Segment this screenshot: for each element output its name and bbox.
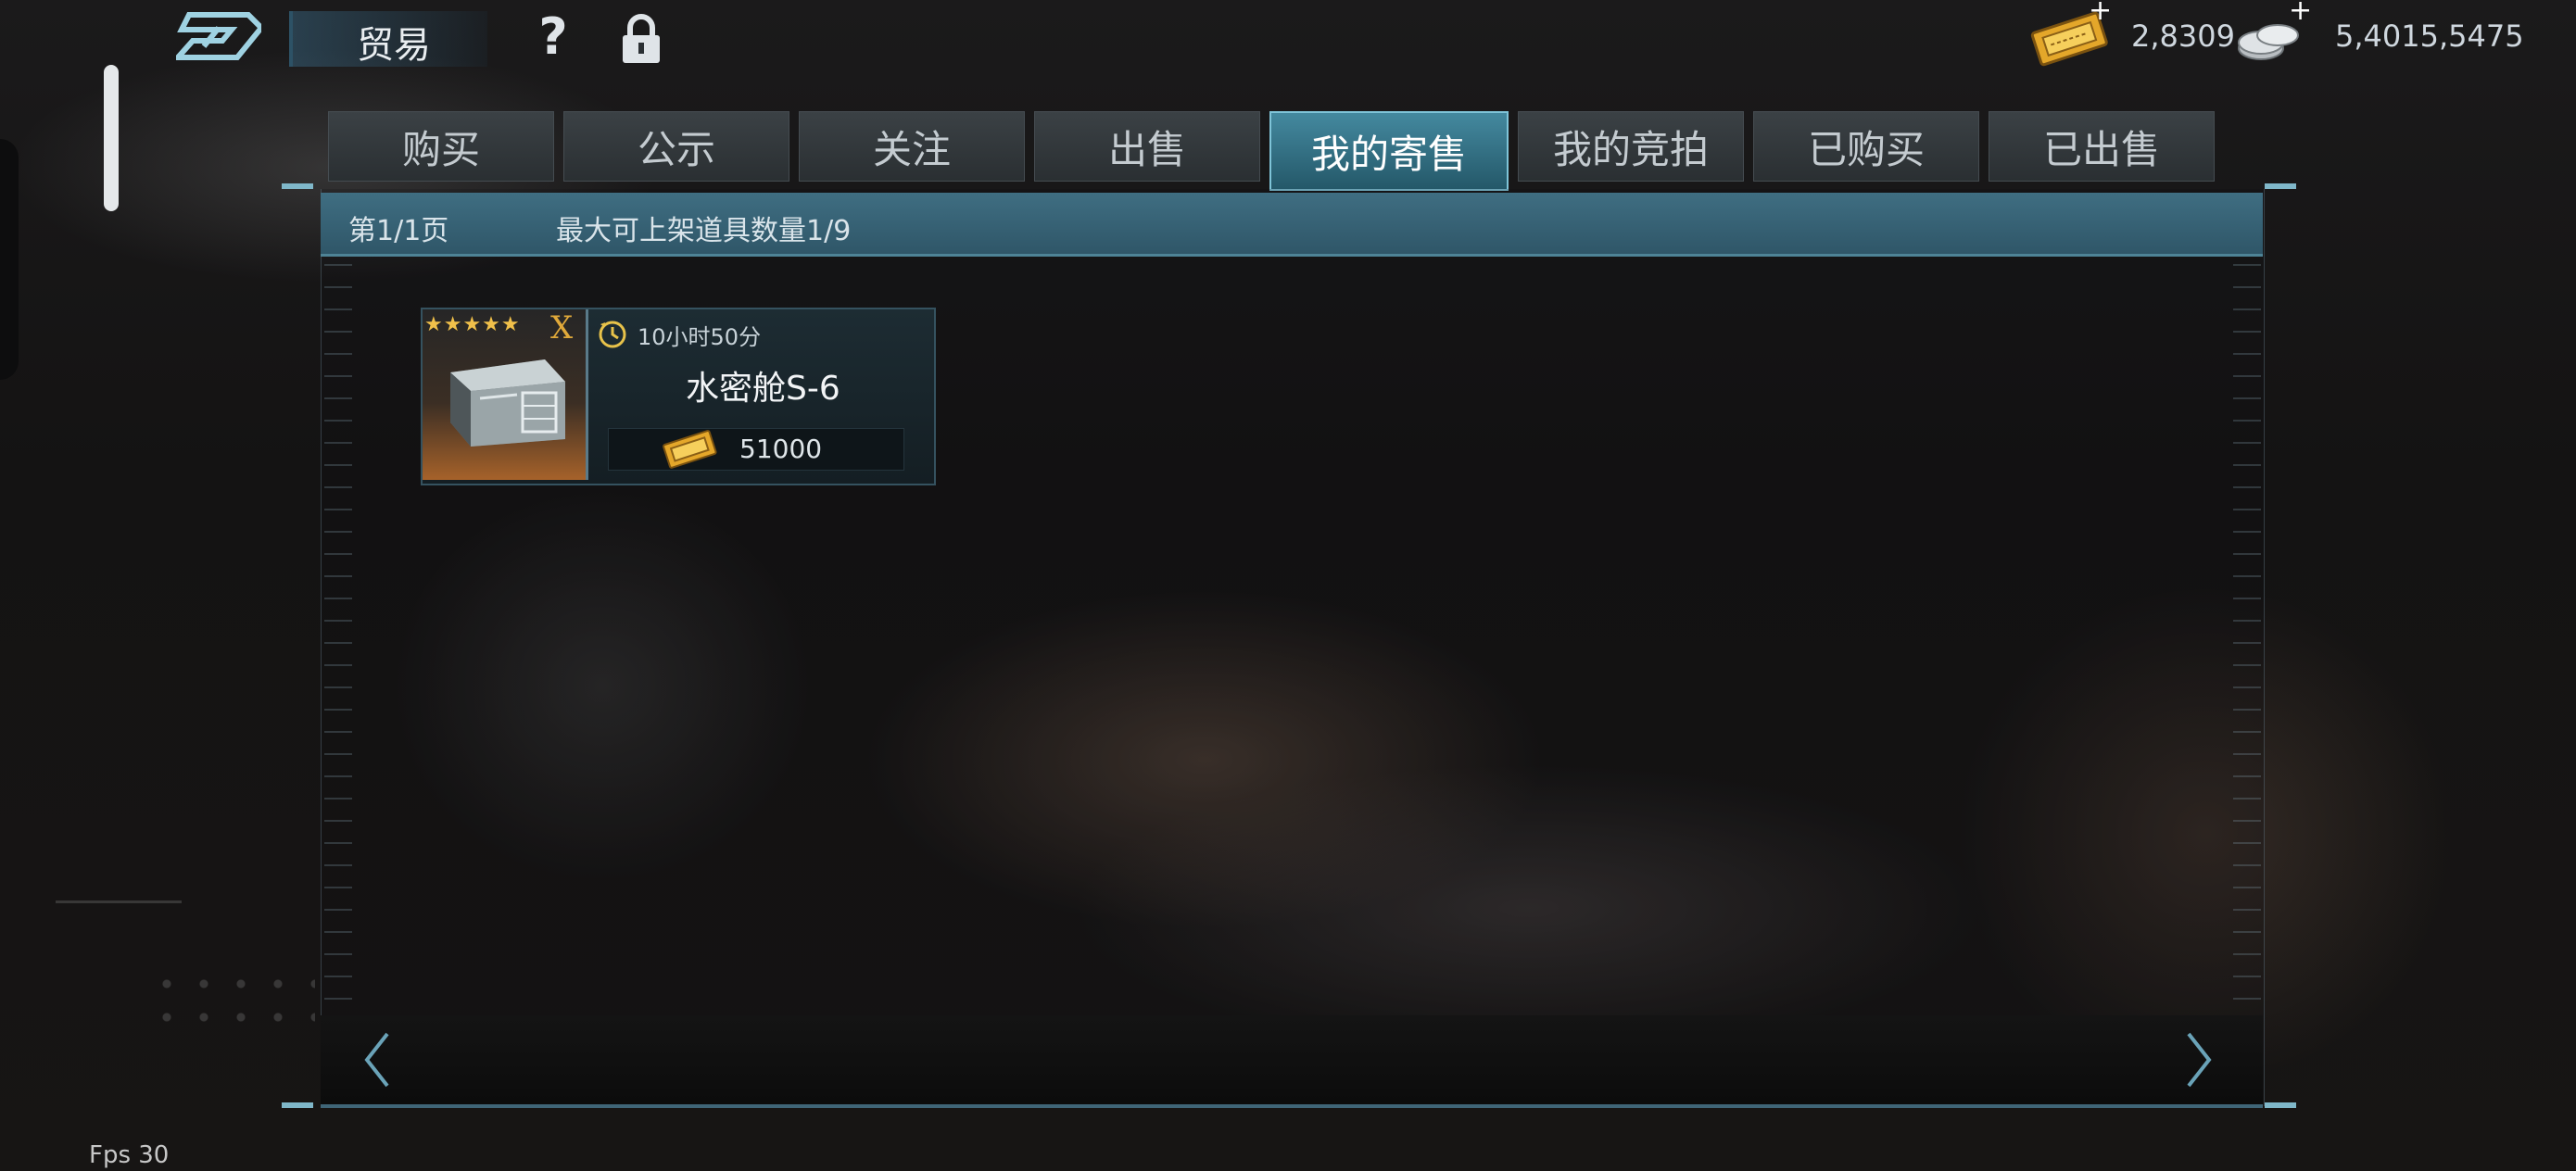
panel-ruler-right bbox=[2233, 264, 2261, 1005]
decorative-dot-grid bbox=[148, 967, 315, 1032]
panel-corner-top-right bbox=[2265, 183, 2296, 189]
tab-purchased[interactable]: 已购买 bbox=[1753, 111, 1979, 182]
panel-corner-bottom-right bbox=[2265, 1102, 2296, 1108]
item-star-rating: ★★★★★ bbox=[424, 313, 521, 336]
watertight-cabin-icon bbox=[450, 359, 565, 447]
game-logo-icon[interactable] bbox=[176, 11, 261, 61]
add-coin-button[interactable]: + bbox=[2289, 0, 2312, 27]
add-ticket-button[interactable]: + bbox=[2089, 0, 2112, 27]
fps-counter: Fps 30 bbox=[89, 1141, 170, 1169]
panel-ruler-left bbox=[324, 264, 352, 1005]
chevron-left-icon[interactable] bbox=[360, 1028, 393, 1091]
item-grade: X bbox=[550, 309, 574, 346]
chevron-right-icon[interactable] bbox=[2183, 1028, 2216, 1091]
tab-watchlist[interactable]: 关注 bbox=[799, 111, 1025, 182]
decorative-line bbox=[56, 900, 182, 903]
ticket-balance: 2,8309 bbox=[2131, 19, 2235, 54]
coin-balance: 5,4015,5475 bbox=[2335, 19, 2524, 54]
help-icon[interactable]: ? bbox=[530, 9, 576, 65]
item-price: 51000 bbox=[739, 434, 823, 464]
tab-sold[interactable]: 已出售 bbox=[1989, 111, 2215, 182]
item-remaining-time: 10小时50分 bbox=[638, 324, 762, 350]
page-indicator: 第1/1页 bbox=[348, 215, 449, 247]
trade-tabs: 购买 公示 关注 出售 我的寄售 我的竞拍 已购买 已出售 bbox=[328, 111, 2215, 191]
tab-my-auction[interactable]: 我的竞拍 bbox=[1518, 111, 1744, 182]
tab-buy[interactable]: 购买 bbox=[328, 111, 554, 182]
tab-announcement[interactable]: 公示 bbox=[563, 111, 789, 182]
pagination-bar bbox=[321, 1015, 2263, 1108]
side-edge-strip bbox=[0, 139, 19, 380]
tab-sell[interactable]: 出售 bbox=[1034, 111, 1260, 182]
tab-my-consignment[interactable]: 我的寄售 bbox=[1269, 111, 1509, 191]
clock-icon bbox=[599, 321, 626, 348]
panel-corner-bottom-left bbox=[282, 1102, 313, 1108]
lock-icon[interactable] bbox=[617, 13, 665, 65]
panel-corner-top-left bbox=[282, 183, 313, 189]
ticket-icon bbox=[663, 430, 717, 469]
max-listing-count: 最大可上架道具数量1/9 bbox=[556, 215, 852, 247]
side-drawer-handle[interactable] bbox=[104, 65, 119, 211]
page-title: 贸易 bbox=[357, 24, 431, 67]
item-name: 水密舱S-6 bbox=[686, 370, 840, 408]
